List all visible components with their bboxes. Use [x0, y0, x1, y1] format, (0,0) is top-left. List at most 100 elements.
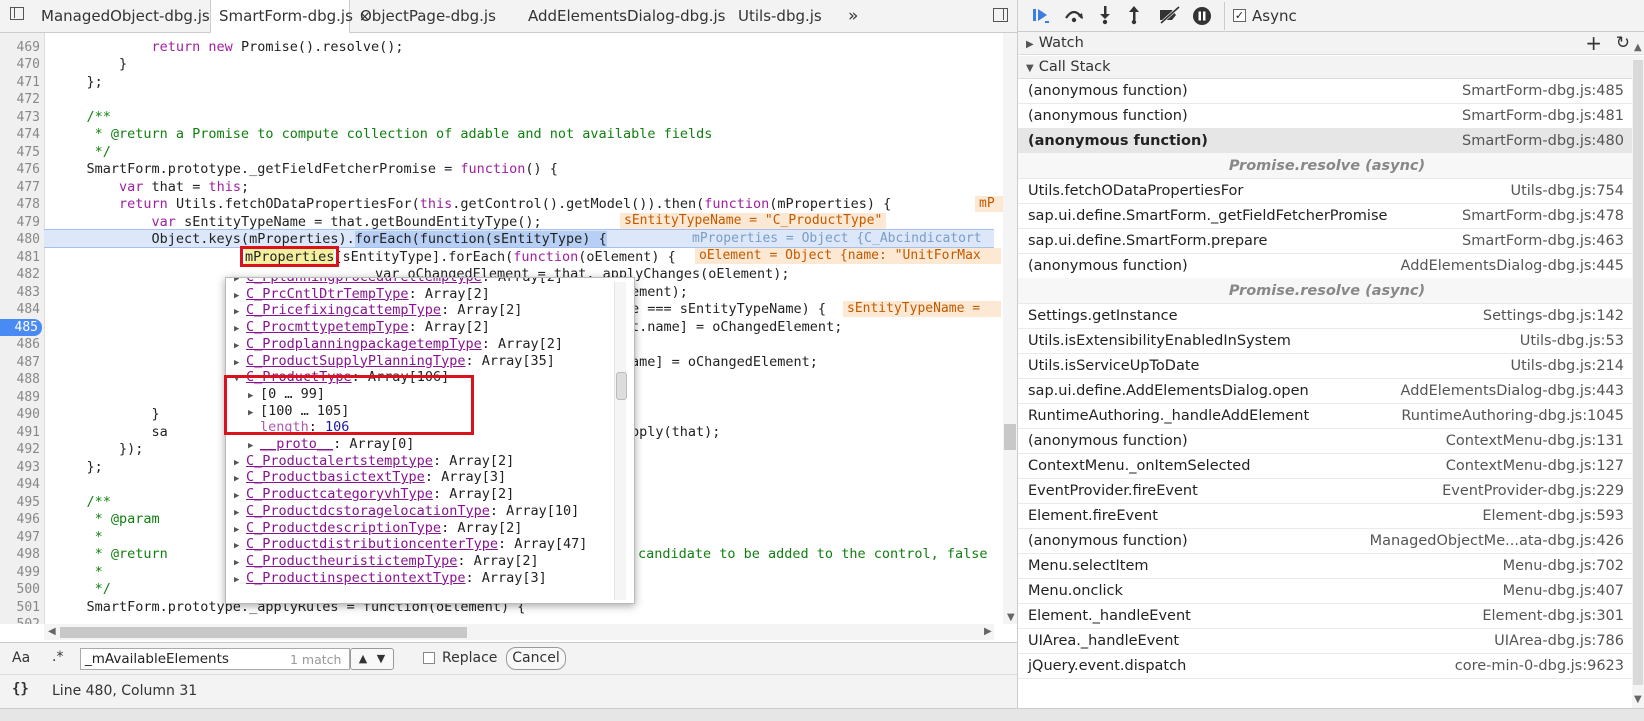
line-number[interactable]: 489: [0, 389, 40, 407]
frame-location[interactable]: RuntimeAuthoring-dbg.js:1045: [1401, 403, 1624, 429]
frame-location[interactable]: Utils-dbg.js:53: [1520, 328, 1624, 354]
step-over-icon[interactable]: [1064, 6, 1084, 28]
tab-smartform[interactable]: SmartForm-dbg.js ×: [210, 0, 371, 33]
scroll-left-arrow[interactable]: ◀: [48, 626, 56, 637]
frame-location[interactable]: SmartForm-dbg.js:485: [1462, 78, 1624, 104]
frame-location[interactable]: Element-dbg.js:301: [1482, 603, 1624, 629]
call-frame[interactable]: (anonymous function) SmartForm-dbg.js:485: [1018, 78, 1636, 104]
line-number[interactable]: 500: [0, 581, 40, 599]
editor-vertical-scrollbar[interactable]: [1003, 33, 1017, 624]
editor-vertical-scroll-thumb[interactable]: [1004, 424, 1016, 450]
popover-row[interactable]: ▶ C_ProductdistributioncenterType: Array[…: [234, 536, 587, 554]
frame-location[interactable]: Menu-dbg.js:702: [1503, 553, 1624, 579]
line-number[interactable]: 492: [0, 441, 40, 459]
popover-row[interactable]: ▶ C_ProductSupplyPlanningType: Array[35]: [234, 353, 555, 371]
replace-checkbox[interactable]: [423, 652, 435, 664]
line-number[interactable]: 490: [0, 406, 40, 424]
collapsed-triangle-icon[interactable]: ▶: [234, 572, 246, 590]
frame-location[interactable]: SmartForm-dbg.js:480: [1462, 128, 1624, 154]
frame-location[interactable]: Utils-dbg.js:754: [1510, 178, 1624, 204]
line-number[interactable]: 497: [0, 529, 40, 547]
line-number[interactable]: 484: [0, 301, 40, 319]
line-number[interactable]: 502: [0, 616, 40, 624]
search-prev-button[interactable]: ▲: [359, 652, 367, 665]
tab-managedobject[interactable]: ManagedObject-dbg.js: [33, 0, 210, 32]
call-frame[interactable]: Menu.onclick Menu-dbg.js:407: [1018, 578, 1636, 604]
line-number[interactable]: 483: [0, 284, 40, 302]
popover-row[interactable]: ▶ __proto__: Array[0]: [248, 436, 414, 454]
call-frame[interactable]: Element.fireEvent Element-dbg.js:593: [1018, 503, 1636, 529]
line-number[interactable]: 476: [0, 161, 40, 179]
pretty-print-button[interactable]: {}: [12, 681, 29, 697]
frame-location[interactable]: EventProvider-dbg.js:229: [1442, 478, 1624, 504]
call-frame[interactable]: Utils.isExtensibilityEnabledInSystem Util…: [1018, 328, 1636, 354]
refresh-watch-icon[interactable]: ↻: [1616, 32, 1630, 55]
tab-utils[interactable]: Utils-dbg.js: [730, 0, 830, 32]
call-frame[interactable]: Settings.getInstance Settings-dbg.js:142: [1018, 303, 1636, 329]
line-number[interactable]: 496: [0, 511, 40, 529]
line-number[interactable]: 498: [0, 546, 40, 564]
line-number[interactable]: 472: [0, 91, 40, 109]
line-number[interactable]: 475: [0, 144, 40, 162]
step-into-icon[interactable]: [1098, 5, 1112, 29]
line-number[interactable]: 495: [0, 494, 40, 512]
watch-section-header[interactable]: ▶ Watch + ↻: [1018, 32, 1644, 55]
breakpoint-marker[interactable]: 485: [0, 318, 42, 336]
call-frame[interactable]: (anonymous function) SmartForm-dbg.js:481: [1018, 103, 1636, 129]
line-number[interactable]: 487: [0, 354, 40, 372]
popover-row[interactable]: ▶ C_Productalertstemptype: Array[2]: [234, 453, 514, 471]
match-case-toggle[interactable]: Aa: [12, 650, 30, 666]
callstack-section-header[interactable]: ▼ Call Stack: [1018, 56, 1644, 79]
frame-location[interactable]: SmartForm-dbg.js:481: [1462, 103, 1624, 129]
call-frame[interactable]: UIArea._handleEvent UIArea-dbg.js:786: [1018, 628, 1636, 654]
popover-row[interactable]: ▶ C_ProductbasictextType: Array[3]: [234, 469, 506, 487]
line-number[interactable]: 493: [0, 459, 40, 477]
line-number[interactable]: 481: [0, 249, 40, 267]
sidebar-scroll-up-arrow[interactable]: ▲: [1634, 42, 1642, 53]
line-number[interactable]: 486: [0, 336, 40, 354]
frame-location[interactable]: Settings-dbg.js:142: [1483, 303, 1624, 329]
popover-scrollbar[interactable]: [614, 282, 627, 600]
pause-on-exceptions-icon[interactable]: [1192, 6, 1212, 30]
frame-location[interactable]: SmartForm-dbg.js:478: [1462, 203, 1624, 229]
step-out-icon[interactable]: [1127, 5, 1141, 29]
async-checkbox[interactable]: ✓: [1233, 9, 1246, 22]
frame-location[interactable]: ManagedObjectMe...ata-dbg.js:426: [1370, 528, 1624, 554]
call-frame[interactable]: sap.ui.define.SmartForm._getFieldFetcher…: [1018, 203, 1636, 229]
deactivate-breakpoints-icon[interactable]: [1158, 5, 1182, 28]
tab-objectpage[interactable]: ObjectPage-dbg.js: [352, 0, 496, 32]
popover-scroll-thumb[interactable]: [616, 372, 627, 400]
add-watch-icon[interactable]: +: [1585, 32, 1602, 55]
frame-location[interactable]: ContextMenu-dbg.js:131: [1446, 428, 1624, 454]
sidebar-scroll-thumb[interactable]: [1633, 60, 1643, 685]
line-number[interactable]: 479: [0, 214, 40, 232]
call-frame[interactable]: EventProvider.fireEvent EventProvider-dbg…: [1018, 478, 1636, 504]
editor-horizontal-scroll-thumb[interactable]: [60, 627, 467, 638]
line-number[interactable]: 501: [0, 599, 40, 617]
frame-location[interactable]: SmartForm-dbg.js:463: [1462, 228, 1624, 254]
line-number[interactable]: 470: [0, 56, 40, 74]
call-frame[interactable]: Element._handleEvent Element-dbg.js:301: [1018, 603, 1636, 629]
popover-row[interactable]: ▶ C_ProductdcstoragelocationType: Array[1…: [234, 503, 579, 521]
line-number[interactable]: 477: [0, 179, 40, 197]
call-frame[interactable]: sap.ui.define.AddElementsDialog.open AddE…: [1018, 378, 1636, 404]
call-frame[interactable]: (anonymous function) ManagedObjectMe...at…: [1018, 528, 1636, 554]
toggle-debugger-icon[interactable]: [993, 8, 1008, 22]
tab-addelementsdialog[interactable]: AddElementsDialog-dbg.js: [520, 0, 725, 32]
popover-row[interactable]: ▶ C_PricefixingcattempType: Array[2]: [234, 302, 522, 320]
line-number[interactable]: 488: [0, 371, 40, 389]
call-frame[interactable]: Utils.isServiceUpToDate Utils-dbg.js:214: [1018, 353, 1636, 379]
scroll-down-arrow[interactable]: ▼: [1007, 612, 1015, 623]
call-frame[interactable]: Utils.fetchODataPropertiesFor Utils-dbg.j…: [1018, 178, 1636, 204]
call-frame-selected[interactable]: (anonymous function) SmartForm-dbg.js:480: [1018, 128, 1636, 154]
line-number[interactable]: 478: [0, 196, 40, 214]
popover-row[interactable]: ▶ C_ProductdescriptionType: Array[2]: [234, 520, 522, 538]
popover-row[interactable]: ▶ C_ProductinspectiontextType: Array[3]: [234, 570, 547, 588]
line-number[interactable]: 473: [0, 109, 40, 127]
popover-row[interactable]: ▶ C_ProcmttypetempType: Array[2]: [234, 319, 490, 337]
tab-overflow-icon[interactable]: »: [840, 0, 870, 32]
call-frame[interactable]: (anonymous function) ContextMenu-dbg.js:1…: [1018, 428, 1636, 454]
call-frame[interactable]: sap.ui.define.SmartForm.prepare SmartForm…: [1018, 228, 1636, 254]
line-number[interactable]: 494: [0, 476, 40, 494]
line-number[interactable]: 469: [0, 39, 40, 57]
